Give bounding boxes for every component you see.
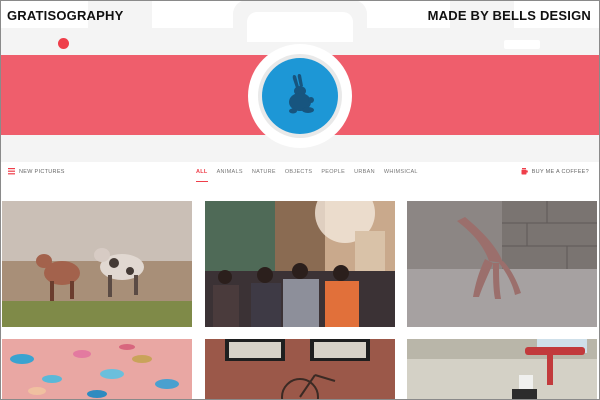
camera-record-dot — [58, 38, 69, 49]
photo-tricycle-image — [407, 339, 597, 400]
category-nav: NEW PICTURES ALL ANIMALS NATURE OBJECTS … — [0, 162, 600, 186]
photo-pigs[interactable] — [2, 201, 192, 327]
rabbit-icon — [289, 74, 314, 114]
photo-pigs-image — [2, 201, 192, 327]
photo-monster-hand-image — [407, 201, 597, 327]
list-icon — [8, 168, 15, 175]
photo-bicycle-image — [205, 339, 395, 400]
tab-animals[interactable]: ANIMALS — [217, 162, 243, 182]
photo-toy-figures[interactable] — [2, 339, 192, 400]
camera-viewfinder — [504, 40, 540, 49]
photo-toy-figures-image — [2, 339, 192, 400]
tab-objects[interactable]: OBJECTS — [285, 162, 312, 182]
tab-people[interactable]: PEOPLE — [321, 162, 345, 182]
tab-whimsical[interactable]: WHIMSICAL — [384, 162, 418, 182]
new-pictures-link[interactable]: NEW PICTURES — [8, 168, 65, 175]
photo-crowd-image — [205, 201, 395, 327]
photo-crowd[interactable] — [205, 201, 395, 327]
site-logo[interactable]: GRATISOGRAPHY — [7, 8, 123, 23]
coffee-cup-icon — [521, 168, 528, 175]
new-pictures-label: NEW PICTURES — [19, 168, 65, 175]
tab-urban[interactable]: URBAN — [354, 162, 375, 182]
camera-top-bump-inner — [247, 12, 353, 42]
made-by-link[interactable]: MADE BY BELLS DESIGN — [428, 8, 591, 23]
buy-coffee-label: BUY ME A COFFEE? — [531, 168, 589, 175]
tab-nature[interactable]: NATURE — [252, 162, 276, 182]
photo-tricycle[interactable] — [407, 339, 597, 400]
camera-header: GRATISOGRAPHY MADE BY BELLS DESIGN — [0, 0, 600, 162]
category-tabs: ALL ANIMALS NATURE OBJECTS PEOPLE URBAN … — [196, 162, 418, 186]
photo-monster-hand[interactable] — [407, 201, 597, 327]
tab-all[interactable]: ALL — [196, 162, 208, 182]
photo-bicycle[interactable] — [205, 339, 395, 400]
buy-coffee-link[interactable]: BUY ME A COFFEE? — [521, 168, 589, 175]
